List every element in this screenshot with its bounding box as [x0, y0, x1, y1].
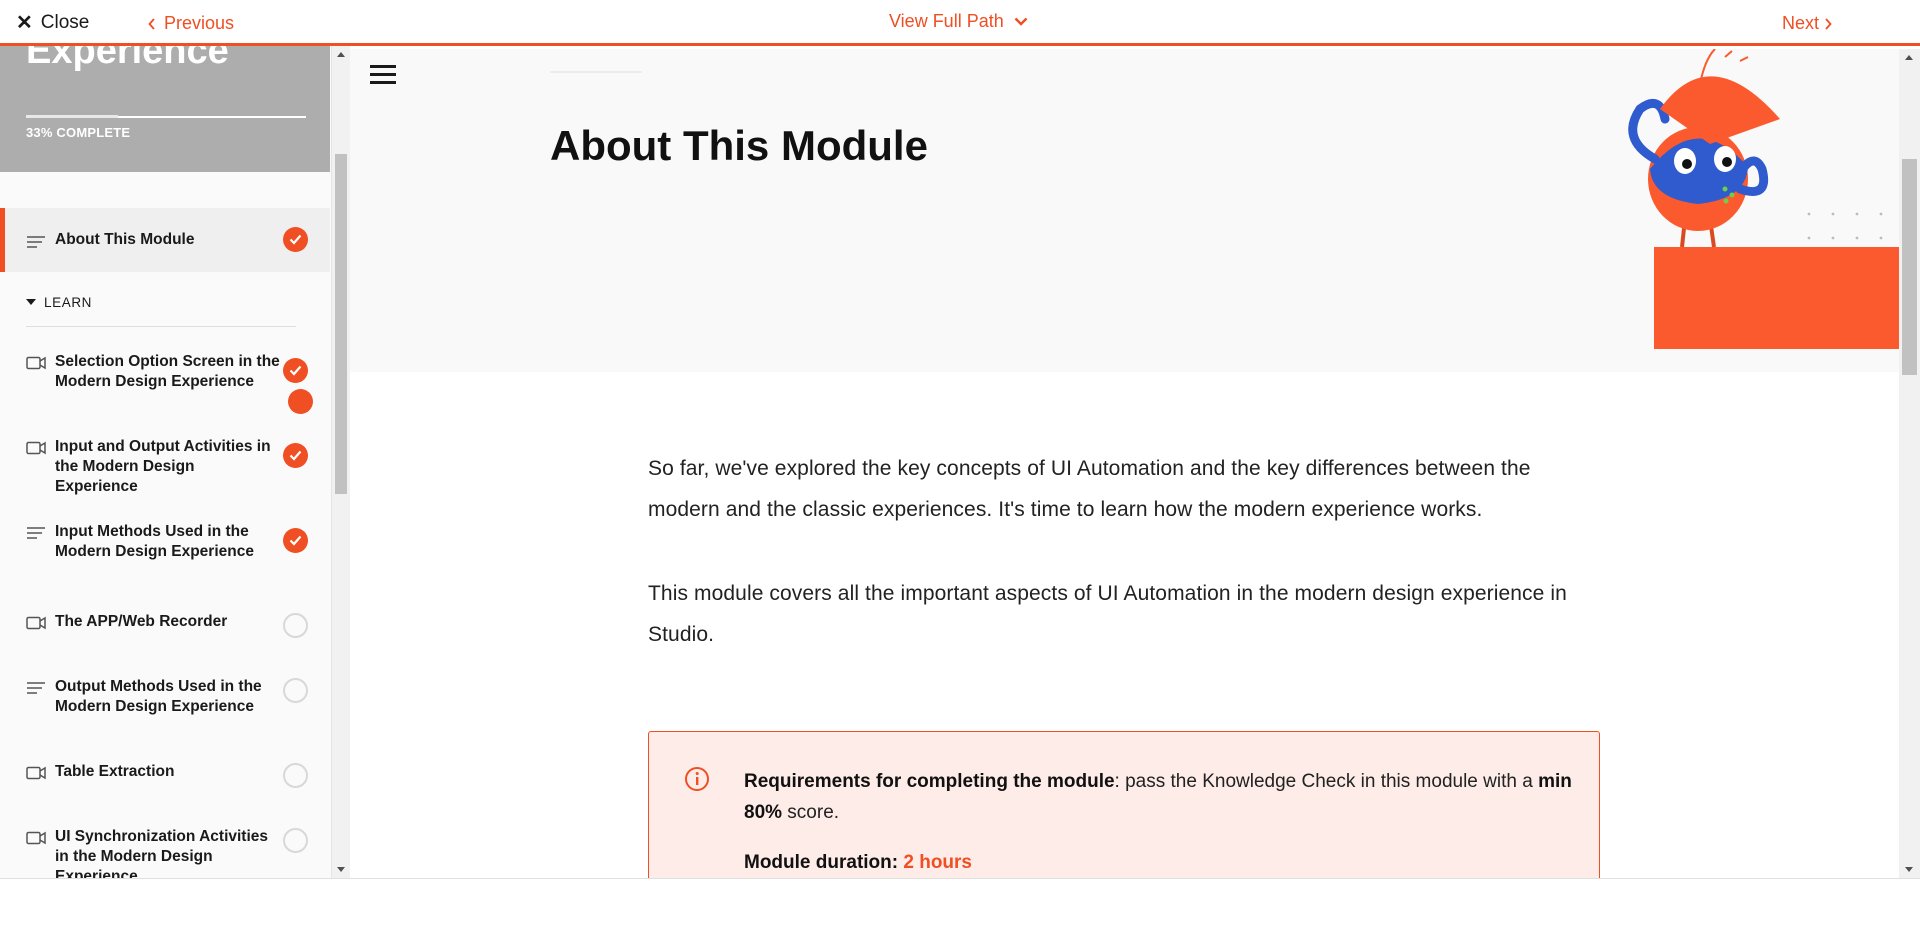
lesson-content: About This Module So far, we've explored…: [350, 49, 1899, 878]
course-title: Experience: [26, 46, 229, 72]
close-label: Close: [40, 12, 90, 33]
title-accent-rule: [550, 71, 642, 73]
outline-item-label: Table Extraction: [55, 763, 175, 780]
hamburger-line: [370, 81, 396, 84]
progress-text: 33% COMPLETE: [26, 125, 131, 140]
requirements-body: : pass the Knowledge Check in this modul…: [1114, 771, 1539, 792]
requirements-heading: Requirements for completing the module: [744, 771, 1115, 792]
section-label: LEARN: [44, 295, 93, 310]
content-scrollbar-thumb[interactable]: [1902, 159, 1917, 375]
progress-bar: [26, 115, 306, 118]
requirements-text: Requirements for completing the module: …: [744, 766, 1574, 828]
outline-item-ui-synchronization[interactable]: UI Synchronization Activities in the Mod…: [0, 826, 330, 878]
text-lines-icon: [27, 527, 45, 539]
scroll-up-arrow-icon[interactable]: [1905, 55, 1913, 60]
complete-check-icon: [283, 227, 308, 252]
hamburger-line: [370, 65, 396, 68]
page-title: About This Module: [550, 122, 928, 169]
video-icon: [26, 441, 46, 455]
requirements-callout: Requirements for completing the module: …: [648, 731, 1600, 878]
outline-item-label: About This Module: [55, 231, 195, 248]
chevron-down-icon: [1014, 17, 1028, 26]
previous-label: Previous: [164, 13, 235, 33]
outline-item-label: Input Methods Used in the Modern Design …: [55, 523, 254, 560]
chevron-right-icon: [1825, 17, 1832, 30]
coverage-paragraph: This module covers all the important asp…: [648, 582, 1567, 646]
outline-item-selection-option-screen[interactable]: Selection Option Screen in the Modern De…: [0, 342, 330, 422]
caret-down-icon: [26, 299, 36, 305]
next-button[interactable]: Next: [1782, 13, 1832, 34]
outline-item-label: The APP/Web Recorder: [55, 613, 228, 630]
outline-item-app-web-recorder[interactable]: The APP/Web Recorder: [0, 611, 330, 661]
section-divider: [26, 326, 296, 327]
incomplete-circle-icon: [283, 828, 308, 853]
scroll-up-arrow-icon[interactable]: [337, 52, 345, 57]
close-button[interactable]: ✕ Close: [16, 12, 89, 34]
lesson-hero: About This Module: [350, 49, 1899, 372]
outline-item-label: UI Synchronization Activities in the Mod…: [55, 828, 269, 878]
scroll-down-arrow-icon[interactable]: [337, 867, 345, 872]
incomplete-circle-icon: [283, 763, 308, 788]
outline-item-label: Selection Option Screen in the Modern De…: [55, 353, 280, 390]
close-icon: ✕: [16, 12, 33, 34]
text-lines-icon: [27, 236, 45, 248]
outline-item-label: Output Methods Used in the Modern Design…: [55, 678, 262, 715]
course-header: Experience 33% COMPLETE: [0, 46, 330, 172]
sidebar-scrollbar-thumb[interactable]: [335, 154, 347, 494]
duration-label: Module duration:: [744, 852, 899, 873]
outline-item-output-methods[interactable]: Output Methods Used in the Modern Design…: [0, 676, 330, 756]
video-icon: [26, 616, 46, 630]
hamburger-line: [370, 73, 396, 76]
outline-item-about-this-module[interactable]: About This Module: [0, 208, 330, 414]
robot-mascot-illustration: [1628, 49, 1899, 349]
video-icon: [26, 831, 46, 845]
complete-check-icon: [283, 358, 308, 383]
menu-toggle-button[interactable]: [370, 65, 396, 85]
complete-check-icon: [283, 443, 308, 468]
info-icon: [685, 767, 709, 791]
outline-item-label: Input and Output Activities in the Moder…: [55, 438, 271, 495]
section-toggle-learn[interactable]: LEARN: [26, 295, 92, 310]
intro-paragraph: So far, we've explored the key concepts …: [648, 457, 1531, 521]
incomplete-circle-icon: [283, 613, 308, 638]
progress-bar-fill: [26, 115, 119, 118]
module-duration: Module duration: 2 hours: [744, 852, 972, 874]
complete-check-icon: [283, 528, 308, 553]
duration-value: 2 hours: [903, 852, 972, 873]
sidebar-scrollbar[interactable]: [332, 46, 350, 878]
video-icon: [26, 356, 46, 370]
course-outline-sidebar: Experience 33% COMPLETE About This Modul…: [0, 46, 332, 878]
next-label: Next: [1782, 13, 1820, 33]
scroll-down-arrow-icon[interactable]: [1905, 867, 1913, 872]
view-full-path-button[interactable]: View Full Path: [889, 11, 1028, 32]
content-scrollbar[interactable]: [1899, 49, 1920, 878]
incomplete-circle-icon: [283, 678, 308, 703]
window-bottom-area: [0, 878, 1920, 934]
outline-item-table-extraction[interactable]: Table Extraction: [0, 761, 330, 811]
text-lines-icon: [27, 682, 45, 694]
chevron-left-icon: [148, 17, 155, 30]
top-navigation-bar: ✕ Close Previous View Full Path Next: [0, 0, 1920, 46]
outline-item-input-methods[interactable]: Input Methods Used in the Modern Design …: [0, 512, 330, 592]
video-icon: [26, 766, 46, 780]
previous-button[interactable]: Previous: [148, 13, 234, 34]
requirements-end: score.: [782, 802, 840, 823]
view-full-path-label: View Full Path: [889, 11, 1004, 31]
outline-item-input-output-activities[interactable]: Input and Output Activities in the Moder…: [0, 427, 330, 507]
